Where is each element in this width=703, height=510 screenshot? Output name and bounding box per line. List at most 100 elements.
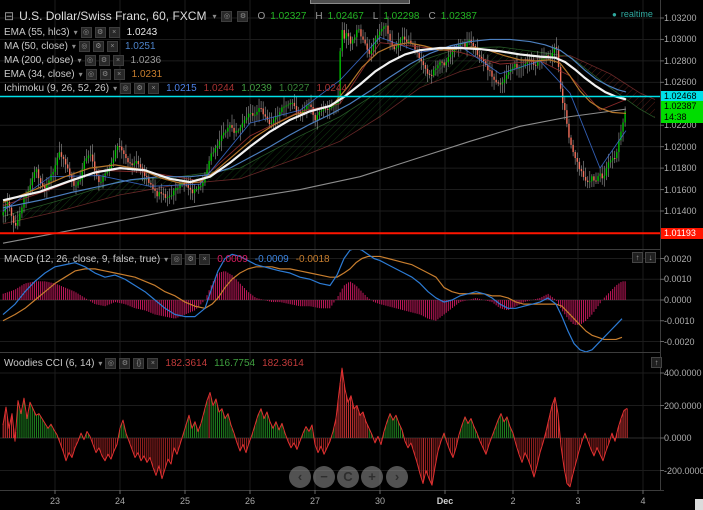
symbol-title: U.S. Dollar/Swiss Franc, 60, FXCM xyxy=(19,9,207,23)
ma50-eye-button[interactable]: ◎ xyxy=(78,41,90,52)
macd-pane-down-button[interactable]: ↓ xyxy=(645,252,656,263)
cci-value-3: 182.3614 xyxy=(262,357,304,369)
price-axis-label: 1.01800 xyxy=(664,163,697,173)
macd-eye-button[interactable]: ◎ xyxy=(171,254,183,265)
realtime-dot-icon: ● xyxy=(612,9,617,19)
cci-close-button[interactable]: × xyxy=(147,358,159,369)
symbol-header: ⊟ U.S. Dollar/Swiss Franc, 60, FXCM ▾ ◎ … xyxy=(4,8,477,24)
ema34-gear-button[interactable]: ⚙ xyxy=(99,69,111,80)
time-axis-label: 2 xyxy=(510,496,516,506)
ema55-close-button[interactable]: × xyxy=(108,27,120,38)
realtime-label: realtime xyxy=(620,9,653,19)
ema55-gear-button[interactable]: ⚙ xyxy=(94,27,106,38)
ichimoku-value-5: 1.0244 xyxy=(316,82,348,94)
indicator-row-ema55: EMA (55, hlc3) ▾ ◎ ⚙ × 1.0243 xyxy=(4,26,158,39)
ma50-dropdown-caret[interactable]: ▾ xyxy=(72,41,76,53)
macd-hist-value: 0.0009 xyxy=(217,253,248,265)
high-value: 1.02467 xyxy=(327,10,364,22)
realtime-status: ● realtime xyxy=(612,9,653,19)
cci-axis-label: 200.0000 xyxy=(664,401,702,411)
cci-value-1: 182.3614 xyxy=(165,357,208,369)
indicator-row-macd: MACD (12, 26, close, 9, false, true) ▾ ◎… xyxy=(4,253,330,266)
macd-line-value: -0.0009 xyxy=(254,253,289,265)
macd-close-button[interactable]: × xyxy=(199,254,211,265)
macd-axis-label: 0.0020 xyxy=(664,254,692,264)
resize-corner xyxy=(695,499,703,510)
ma200-eye-button[interactable]: ◎ xyxy=(84,55,96,66)
ma200-value: 1.0236 xyxy=(130,54,162,66)
cci-pane-up-button[interactable]: ↑ xyxy=(651,357,662,368)
ichimoku-value-4: 1.0227 xyxy=(278,82,310,94)
ema55-dropdown-caret[interactable]: ▾ xyxy=(74,27,78,39)
time-axis-label: 30 xyxy=(374,496,386,506)
ma200-gear-button[interactable]: ⚙ xyxy=(98,55,110,66)
symbol-dropdown-caret[interactable]: ▾ xyxy=(212,12,216,21)
ichimoku-close-button[interactable]: × xyxy=(148,83,160,94)
ichimoku-value-2: 1.0244 xyxy=(203,82,235,94)
trading-chart-window: ⊟ U.S. Dollar/Swiss Franc, 60, FXCM ▾ ◎ … xyxy=(0,0,703,510)
price-axis-label: 1.03000 xyxy=(664,34,697,44)
ema34-eye-button[interactable]: ◎ xyxy=(85,69,97,80)
indicator-row-ichimoku: Ichimoku (9, 26, 52, 26) ▾ ◎ ⚙ × 1.0215 … xyxy=(4,82,348,95)
cci-gear-button[interactable]: ⚙ xyxy=(119,358,131,369)
cci-dropdown-caret[interactable]: ▾ xyxy=(98,358,102,370)
clipped-tooltip xyxy=(310,0,410,4)
reset-view-button[interactable]: C xyxy=(337,466,359,488)
ichimoku-eye-button[interactable]: ◎ xyxy=(120,83,132,94)
zoom-out-button[interactable]: − xyxy=(313,466,335,488)
open-value: 1.02327 xyxy=(270,10,307,22)
collapse-legend-icon[interactable]: ⊟ xyxy=(4,9,14,23)
ema55-value: 1.0243 xyxy=(126,26,158,38)
low-label: L xyxy=(372,10,379,22)
price-axis-label: 1.02800 xyxy=(664,56,697,66)
alert-price-label: 1.01193 xyxy=(661,228,703,239)
scroll-left-button[interactable]: ‹ xyxy=(289,466,311,488)
ichimoku-dropdown-caret[interactable]: ▾ xyxy=(113,83,117,95)
close-value: 1.02387 xyxy=(440,10,477,22)
macd-axis-label: 0.0000 xyxy=(664,295,692,305)
time-axis-label: 26 xyxy=(244,496,256,506)
cci-axis-label: 0.0000 xyxy=(664,433,692,443)
ema34-close-button[interactable]: × xyxy=(113,69,125,80)
price-axis-label: 1.01600 xyxy=(664,185,697,195)
cci-value-2: 116.7754 xyxy=(214,357,256,369)
indicator-row-ma50: MA (50, close) ▾ ◎ ⚙ × 1.0251 xyxy=(4,40,156,53)
time-axis-label: 4 xyxy=(640,496,646,506)
indicator-row-ema34: EMA (34, close) ▾ ◎ ⚙ × 1.0231 xyxy=(4,68,163,81)
bar-countdown-label: 14:38 xyxy=(661,112,703,123)
macd-dropdown-caret[interactable]: ▾ xyxy=(164,254,168,266)
symbol-gear-button[interactable]: ⚙ xyxy=(237,10,249,22)
price-axis-label: 1.02000 xyxy=(664,142,697,152)
time-axis-label: 25 xyxy=(179,496,191,506)
open-label: O xyxy=(257,10,266,22)
ichimoku-value-3: 1.0239 xyxy=(241,82,272,94)
macd-axis-label: 0.0010 xyxy=(664,274,692,284)
time-axis-label: 27 xyxy=(309,496,321,506)
ema55-eye-button[interactable]: ◎ xyxy=(80,27,92,38)
high-label: H xyxy=(315,10,323,22)
ma200-dropdown-caret[interactable]: ▾ xyxy=(77,55,81,67)
time-axis-label: 3 xyxy=(575,496,581,506)
ema34-dropdown-caret[interactable]: ▾ xyxy=(79,69,83,81)
time-axis-label: Dec xyxy=(436,496,454,506)
ma50-value: 1.0251 xyxy=(124,40,156,52)
macd-gear-button[interactable]: ⚙ xyxy=(185,254,197,265)
zoom-in-button[interactable]: + xyxy=(361,466,383,488)
time-axis-label: 23 xyxy=(49,496,61,506)
last-price-label: 1.02387 xyxy=(661,101,703,112)
macd-axis-label: -0.0010 xyxy=(664,316,695,326)
macd-signal-value: -0.0018 xyxy=(295,253,330,265)
symbol-eye-button[interactable]: ◎ xyxy=(221,10,233,22)
ma200-close-button[interactable]: × xyxy=(112,55,124,66)
ichimoku-gear-button[interactable]: ⚙ xyxy=(134,83,146,94)
ma50-close-button[interactable]: × xyxy=(106,41,118,52)
price-axis-label: 1.01400 xyxy=(664,206,697,216)
cci-source-button[interactable]: {} xyxy=(133,358,145,369)
scroll-right-button[interactable]: › xyxy=(386,466,408,488)
cci-eye-button[interactable]: ◎ xyxy=(105,358,117,369)
close-label: C xyxy=(428,10,436,22)
time-axis-label: 24 xyxy=(114,496,126,506)
ma50-gear-button[interactable]: ⚙ xyxy=(92,41,104,52)
low-value: 1.02298 xyxy=(383,10,420,22)
macd-pane-up-button[interactable]: ↑ xyxy=(632,252,643,263)
